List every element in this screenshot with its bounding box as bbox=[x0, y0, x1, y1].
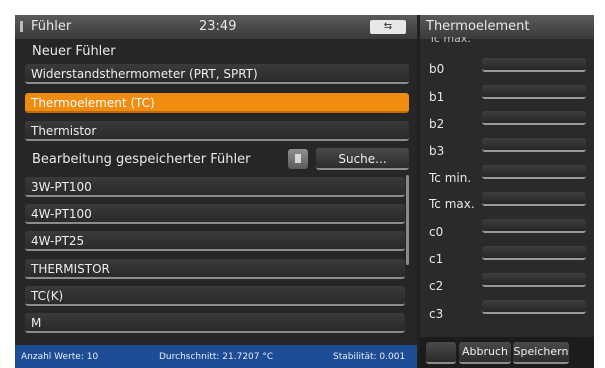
search-button[interactable]: Suche... bbox=[316, 148, 409, 170]
param-label: Tc min. bbox=[429, 171, 472, 185]
edit-saved-label: Bearbeitung gespeicherter Fühler bbox=[32, 152, 251, 167]
status-average: Durchschnitt: 21.7207 °C bbox=[159, 352, 274, 362]
param-field-c3[interactable] bbox=[482, 300, 586, 314]
new-sensor-label: Neuer Fühler bbox=[32, 44, 116, 59]
sensor-type-prt[interactable]: Widerstandsthermometer (PRT, SPRT) bbox=[25, 64, 409, 84]
param-label: b3 bbox=[429, 144, 445, 158]
param-field-c0[interactable] bbox=[482, 219, 586, 233]
device-screen: Fühler 23:49 ⇆ Neuer Fühler Widerstandst… bbox=[15, 15, 594, 368]
saved-sensor-item[interactable]: 4W-PT25 bbox=[25, 231, 405, 251]
cut-off-parameter-label: Tc max. bbox=[429, 37, 471, 45]
saved-sensor-item[interactable]: 3W-PT100 bbox=[25, 177, 405, 197]
param-label: b0 bbox=[429, 62, 445, 76]
param-field-b2[interactable] bbox=[482, 111, 586, 125]
param-field-c2[interactable] bbox=[482, 273, 586, 287]
action-bar: Abbruch Speichern bbox=[420, 337, 594, 368]
saved-sensor-item[interactable]: THERMISTOR bbox=[25, 259, 405, 279]
sensor-type-thermocouple[interactable]: Thermoelement (TC) bbox=[25, 93, 409, 113]
thermocouple-panel: Thermoelement Tc max. b0 b1 b2 b3 Tc min… bbox=[420, 15, 594, 368]
status-count: Anzahl Werte: 10 bbox=[21, 352, 99, 362]
trash-icon[interactable] bbox=[288, 149, 308, 169]
sensor-title-bar: Fühler 23:49 ⇆ bbox=[15, 15, 417, 39]
param-field-b0[interactable] bbox=[482, 58, 586, 72]
param-label: b1 bbox=[429, 90, 445, 104]
param-label: c1 bbox=[429, 252, 444, 266]
param-label: c3 bbox=[429, 307, 444, 321]
status-stability: Stabilität: 0.001 bbox=[333, 352, 406, 362]
status-bar: Anzahl Werte: 10 Durchschnitt: 21.7207 °… bbox=[15, 345, 417, 368]
param-field-tc-max[interactable] bbox=[482, 192, 586, 206]
param-field-b1[interactable] bbox=[482, 85, 586, 99]
list-scrollbar[interactable] bbox=[406, 175, 409, 265]
keypad-button[interactable] bbox=[426, 342, 456, 364]
param-field-b3[interactable] bbox=[482, 138, 586, 152]
sensor-panel: Fühler 23:49 ⇆ Neuer Fühler Widerstandst… bbox=[15, 15, 417, 368]
saved-sensor-item[interactable]: TC(K) bbox=[25, 286, 405, 306]
panel-title: Fühler bbox=[31, 19, 72, 34]
usb-icon[interactable]: ⇆ bbox=[370, 20, 406, 34]
info-icon[interactable] bbox=[20, 21, 23, 32]
param-label: c0 bbox=[429, 225, 444, 239]
param-label: Tc max. bbox=[429, 197, 475, 211]
saved-sensor-item[interactable]: M bbox=[25, 313, 405, 333]
cancel-button[interactable]: Abbruch bbox=[459, 342, 511, 364]
save-button[interactable]: Speichern bbox=[513, 342, 569, 364]
saved-sensor-item[interactable]: 4W-PT100 bbox=[25, 204, 405, 224]
param-label: c2 bbox=[429, 279, 444, 293]
right-panel-title: Thermoelement bbox=[426, 19, 530, 34]
thermocouple-title-bar: Thermoelement bbox=[420, 15, 594, 39]
param-label: b2 bbox=[429, 117, 445, 131]
param-field-tc-min[interactable] bbox=[482, 165, 586, 179]
sensor-type-thermistor[interactable]: Thermistor bbox=[25, 121, 409, 141]
clock: 23:49 bbox=[199, 19, 237, 34]
param-field-c1[interactable] bbox=[482, 246, 586, 260]
